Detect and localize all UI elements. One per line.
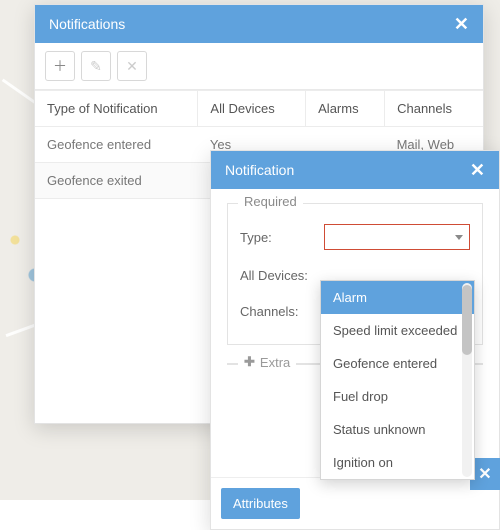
toolbar: ＋ ✎ ✕ xyxy=(35,43,483,90)
close-icon[interactable]: ✕ xyxy=(454,15,469,33)
x-icon: ✕ xyxy=(126,58,138,75)
notification-title: Notification xyxy=(225,162,294,178)
table-cell: Geofence entered xyxy=(35,127,198,163)
dropdown-item[interactable]: Speed limit exceeded xyxy=(321,314,474,347)
notifications-title: Notifications xyxy=(49,16,125,32)
type-label: Type: xyxy=(240,230,324,245)
table-cell: Geofence exited xyxy=(35,163,198,199)
scrollbar-thumb[interactable] xyxy=(462,285,472,355)
col-all-devices[interactable]: All Devices xyxy=(198,91,306,127)
plus-icon: ✚ xyxy=(244,354,255,370)
pencil-icon: ✎ xyxy=(90,58,102,75)
col-alarms[interactable]: Alarms xyxy=(306,91,385,127)
edit-button[interactable]: ✎ xyxy=(81,51,111,81)
col-channels[interactable]: Channels xyxy=(385,91,483,127)
notifications-header: Notifications ✕ xyxy=(35,5,483,43)
dropdown-item[interactable]: Alarm xyxy=(321,281,474,314)
close-icon[interactable]: ✕ xyxy=(470,161,485,179)
footer-bar: Attributes xyxy=(211,477,499,529)
attributes-button[interactable]: Attributes xyxy=(221,488,300,519)
add-button[interactable]: ＋ xyxy=(45,51,75,81)
notification-header: Notification ✕ xyxy=(211,151,499,189)
all-devices-label: All Devices: xyxy=(240,268,324,283)
plus-icon: ＋ xyxy=(53,56,67,76)
extra-legend[interactable]: ✚ Extra xyxy=(238,354,296,370)
dropdown-item[interactable]: Geofence entered xyxy=(321,347,474,380)
col-type[interactable]: Type of Notification xyxy=(35,91,198,127)
delete-button[interactable]: ✕ xyxy=(117,51,147,81)
type-combobox[interactable] xyxy=(324,224,470,250)
scrollbar-track[interactable] xyxy=(462,283,472,477)
dropdown-item[interactable]: Status unknown xyxy=(321,413,474,446)
chevron-down-icon xyxy=(455,235,463,240)
dropdown-item[interactable]: Fuel drop xyxy=(321,380,474,413)
type-dropdown: AlarmSpeed limit exceededGeofence entere… xyxy=(320,280,475,480)
dropdown-item[interactable]: Ignition on xyxy=(321,446,474,479)
channels-label: Channels: xyxy=(240,304,324,319)
